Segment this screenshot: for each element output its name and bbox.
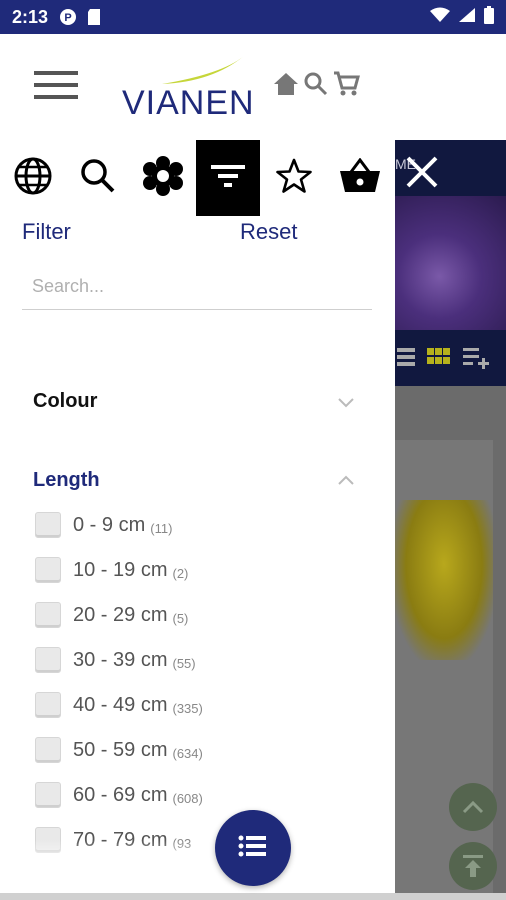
filter-search xyxy=(22,262,372,310)
length-option[interactable]: 40 - 49 cm (335) xyxy=(35,687,375,723)
app-screen: 2:13 P VIANEN ME Filter Reset Search... … xyxy=(0,0,506,900)
length-option-count: (335) xyxy=(172,700,203,716)
section-colour-title: Colour xyxy=(33,390,98,412)
length-option-label: 10 - 19 cm xyxy=(73,558,168,581)
length-option-count: (55) xyxy=(172,655,196,671)
checkbox[interactable] xyxy=(35,602,61,628)
grid-view-icon[interactable] xyxy=(427,346,453,370)
home-icon[interactable] xyxy=(272,70,300,98)
length-option-count: (11) xyxy=(150,520,173,536)
wifi-icon xyxy=(430,7,450,28)
section-length[interactable]: Length xyxy=(0,461,395,501)
svg-text:P: P xyxy=(64,12,71,24)
length-option[interactable]: 10 - 19 cm (2) xyxy=(35,552,375,588)
view-toggle-bar xyxy=(395,330,506,386)
length-option[interactable]: 20 - 29 cm (5) xyxy=(35,597,375,633)
length-option-label: 0 - 9 cm xyxy=(73,513,146,536)
length-option-label: 50 - 59 cm xyxy=(73,738,168,761)
filter-icon xyxy=(211,161,245,196)
playlist-add-icon[interactable] xyxy=(463,346,489,370)
bottom-edge xyxy=(0,893,506,900)
status-right xyxy=(430,5,494,29)
tab-basket[interactable] xyxy=(328,140,392,216)
length-option-count: (608) xyxy=(172,790,203,806)
background-page: ME xyxy=(395,140,506,900)
filter-heading: Filter xyxy=(22,219,71,244)
length-option-count: (634) xyxy=(172,745,203,761)
drawer-tab-bar xyxy=(0,140,395,216)
tab-filter[interactable] xyxy=(196,140,260,216)
checkbox[interactable] xyxy=(35,737,61,763)
product-image xyxy=(395,500,493,660)
scroll-up-icon[interactable] xyxy=(449,783,497,831)
length-option-label: 30 - 39 cm xyxy=(73,648,168,671)
vianen-logo[interactable]: VIANEN xyxy=(122,54,272,124)
tab-language[interactable] xyxy=(1,140,65,216)
reset-button[interactable]: Reset xyxy=(240,219,297,245)
filter-drawer: Filter Reset Colour Length 0 - 9 cm (11)… xyxy=(0,140,395,900)
checkbox[interactable] xyxy=(35,557,61,583)
app-header: VIANEN xyxy=(0,34,506,140)
length-option-label: 40 - 49 cm xyxy=(73,693,168,716)
list-icon xyxy=(238,833,268,864)
tab-products[interactable] xyxy=(131,140,195,216)
flower-icon xyxy=(143,155,183,201)
list-fab-button[interactable] xyxy=(215,810,291,886)
filter-search-input[interactable] xyxy=(32,272,362,300)
data-saver-icon: P xyxy=(58,7,78,27)
hamburger-menu-icon[interactable] xyxy=(34,70,78,100)
list-view-icon[interactable] xyxy=(397,346,423,370)
checkbox[interactable] xyxy=(35,782,61,808)
star-icon xyxy=(275,157,313,200)
length-option-count: (2) xyxy=(172,565,189,581)
checkbox[interactable] xyxy=(35,692,61,718)
scroll-top-icon[interactable] xyxy=(449,842,497,890)
battery-icon xyxy=(484,5,494,29)
cart-icon[interactable] xyxy=(332,70,360,98)
chevron-up-icon xyxy=(336,471,356,491)
search-icon[interactable] xyxy=(302,70,330,98)
length-option[interactable]: 0 - 9 cm (11) xyxy=(35,507,375,543)
logo-text: VIANEN xyxy=(122,84,255,122)
basket-icon xyxy=(339,157,381,199)
checkbox[interactable] xyxy=(35,647,61,673)
length-option[interactable]: 30 - 39 cm (55) xyxy=(35,642,375,678)
sd-card-icon xyxy=(84,7,104,27)
length-option-label: 20 - 29 cm xyxy=(73,603,168,626)
status-bar: 2:13 P xyxy=(0,0,506,34)
section-colour[interactable]: Colour xyxy=(0,382,395,422)
search-icon xyxy=(80,158,116,199)
tab-search[interactable] xyxy=(66,140,130,216)
status-time: 2:13 xyxy=(12,6,49,27)
length-option-count: (5) xyxy=(172,610,189,626)
length-option[interactable]: 60 - 69 cm (608) xyxy=(35,777,375,813)
list-fade xyxy=(0,840,395,870)
signal-icon xyxy=(458,7,476,28)
product-card xyxy=(395,440,493,900)
header-actions xyxy=(272,70,360,98)
background-banner-image xyxy=(395,196,506,330)
chevron-down-icon xyxy=(336,392,356,412)
globe-icon xyxy=(13,156,53,201)
close-icon[interactable] xyxy=(400,150,444,194)
length-option-label: 60 - 69 cm xyxy=(73,783,168,806)
length-option[interactable]: 50 - 59 cm (634) xyxy=(35,732,375,768)
tab-favourites[interactable] xyxy=(262,140,326,216)
section-length-title: Length xyxy=(33,469,100,491)
checkbox[interactable] xyxy=(35,512,61,538)
